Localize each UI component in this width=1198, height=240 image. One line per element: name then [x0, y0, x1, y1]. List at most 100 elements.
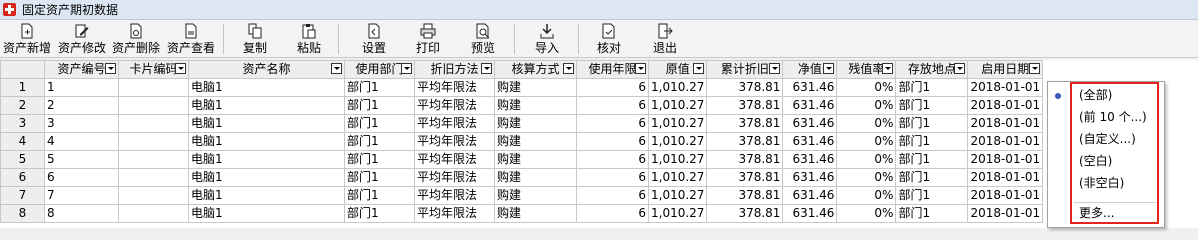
cell-asset-no[interactable]: 6 [44, 168, 119, 187]
cell-start[interactable]: 2018-01-01 [967, 204, 1044, 223]
add-asset-button[interactable]: 资产新增 [2, 22, 52, 56]
cell-orig[interactable]: 1,010.27 [647, 150, 708, 169]
cell-start[interactable]: 2018-01-01 [967, 114, 1044, 133]
cell-residual[interactable]: 0% [836, 186, 897, 205]
cell-card-no[interactable] [118, 186, 189, 205]
cell-method[interactable]: 平均年限法 [414, 132, 495, 151]
paste-button[interactable]: 粘贴 [292, 22, 326, 56]
cell-dept[interactable]: 部门1 [344, 78, 415, 97]
filter-option-custom[interactable]: (自定义...) [1079, 132, 1136, 146]
column-header-accum[interactable]: 累计折旧 [706, 60, 784, 79]
exit-button[interactable]: 退出 [648, 22, 682, 56]
row-header[interactable]: 8 [0, 204, 45, 223]
cell-card-no[interactable] [118, 168, 189, 187]
cell-accum[interactable]: 378.81 [706, 96, 784, 115]
column-header-residual[interactable]: 残值率 [836, 60, 897, 79]
cell-dept[interactable]: 部门1 [344, 204, 415, 223]
cell-location[interactable]: 部门1 [895, 204, 969, 223]
cell-method[interactable]: 平均年限法 [414, 96, 495, 115]
settings-button[interactable]: 设置 [357, 22, 391, 56]
import-button[interactable]: 导入 [530, 22, 564, 56]
cell-years[interactable]: 6 [576, 132, 649, 151]
cell-residual[interactable]: 0% [836, 168, 897, 187]
cell-calc[interactable]: 购建 [494, 78, 577, 97]
cell-location[interactable]: 部门1 [895, 168, 969, 187]
filter-dropdown-icon[interactable] [954, 63, 966, 74]
filter-dropdown-icon[interactable] [105, 63, 116, 74]
filter-dropdown-icon[interactable] [769, 63, 781, 74]
cell-net[interactable]: 631.46 [782, 186, 838, 205]
cell-asset-no[interactable]: 1 [44, 78, 119, 97]
filter-dropdown-icon[interactable] [693, 63, 705, 74]
cell-accum[interactable]: 378.81 [706, 114, 784, 133]
filter-dropdown-icon[interactable] [563, 63, 574, 74]
row-header[interactable]: 5 [0, 150, 45, 169]
column-header-card-no[interactable]: 卡片编码 [118, 60, 189, 79]
cell-years[interactable]: 6 [576, 114, 649, 133]
cell-orig[interactable]: 1,010.27 [647, 186, 708, 205]
filter-option-more[interactable]: 更多... [1079, 206, 1114, 220]
view-asset-button[interactable]: 资产查看 [166, 22, 216, 56]
cell-net[interactable]: 631.46 [782, 150, 838, 169]
cell-start[interactable]: 2018-01-01 [967, 96, 1044, 115]
cell-net[interactable]: 631.46 [782, 114, 838, 133]
cell-net[interactable]: 631.46 [782, 96, 838, 115]
cell-location[interactable]: 部门1 [895, 132, 969, 151]
cell-orig[interactable]: 1,010.27 [647, 132, 708, 151]
cell-asset-name[interactable]: 电脑1 [188, 78, 345, 97]
print-button[interactable]: 打印 [411, 22, 445, 56]
cell-method[interactable]: 平均年限法 [414, 204, 495, 223]
preview-button[interactable]: 预览 [466, 22, 500, 56]
cell-dept[interactable]: 部门1 [344, 132, 415, 151]
cell-method[interactable]: 平均年限法 [414, 150, 495, 169]
filter-dropdown-icon[interactable] [401, 63, 412, 74]
cell-card-no[interactable] [118, 204, 189, 223]
cell-method[interactable]: 平均年限法 [414, 186, 495, 205]
column-header-orig[interactable]: 原值 [647, 60, 708, 79]
filter-dropdown-icon[interactable] [175, 63, 186, 74]
cell-calc[interactable]: 购建 [494, 114, 577, 133]
cell-card-no[interactable] [118, 96, 189, 115]
cell-calc[interactable]: 购建 [494, 204, 577, 223]
cell-start[interactable]: 2018-01-01 [967, 168, 1044, 187]
cell-net[interactable]: 631.46 [782, 132, 838, 151]
row-header[interactable]: 4 [0, 132, 45, 151]
cell-orig[interactable]: 1,010.27 [647, 204, 708, 223]
table-row[interactable]: 5 5 电脑1 部门1 平均年限法 购建 6 1,010.27 378.81 6… [0, 150, 1044, 169]
cell-dept[interactable]: 部门1 [344, 96, 415, 115]
filter-dropdown-icon[interactable] [1029, 63, 1041, 74]
cell-card-no[interactable] [118, 132, 189, 151]
cell-orig[interactable]: 1,010.27 [647, 96, 708, 115]
cell-asset-name[interactable]: 电脑1 [188, 96, 345, 115]
cell-asset-name[interactable]: 电脑1 [188, 168, 345, 187]
column-header-net[interactable]: 净值 [782, 60, 838, 79]
cell-residual[interactable]: 0% [836, 204, 897, 223]
cell-years[interactable]: 6 [576, 96, 649, 115]
cell-start[interactable]: 2018-01-01 [967, 78, 1044, 97]
table-row[interactable]: 2 2 电脑1 部门1 平均年限法 购建 6 1,010.27 378.81 6… [0, 96, 1044, 115]
table-row[interactable]: 6 6 电脑1 部门1 平均年限法 购建 6 1,010.27 378.81 6… [0, 168, 1044, 187]
cell-method[interactable]: 平均年限法 [414, 168, 495, 187]
cell-start[interactable]: 2018-01-01 [967, 150, 1044, 169]
filter-dropdown-icon[interactable] [635, 63, 646, 74]
row-header[interactable]: 2 [0, 96, 45, 115]
row-header[interactable]: 6 [0, 168, 45, 187]
cell-accum[interactable]: 378.81 [706, 168, 784, 187]
filter-option-nonblank[interactable]: (非空白) [1079, 176, 1124, 190]
cell-asset-no[interactable]: 5 [44, 150, 119, 169]
cell-orig[interactable]: 1,010.27 [647, 78, 708, 97]
column-header-dept[interactable]: 使用部门 [344, 60, 415, 79]
delete-asset-button[interactable]: 资产删除 [111, 22, 161, 56]
filter-option-blank[interactable]: (空白) [1079, 154, 1112, 168]
filter-dropdown-icon[interactable] [481, 63, 492, 74]
table-row[interactable]: 4 4 电脑1 部门1 平均年限法 购建 6 1,010.27 378.81 6… [0, 132, 1044, 151]
verify-button[interactable]: 核对 [592, 22, 626, 56]
edit-asset-button[interactable]: 资产修改 [57, 22, 107, 56]
cell-start[interactable]: 2018-01-01 [967, 132, 1044, 151]
column-header-start[interactable]: 启用日期 [967, 60, 1044, 79]
cell-dept[interactable]: 部门1 [344, 168, 415, 187]
cell-accum[interactable]: 378.81 [706, 186, 784, 205]
cell-accum[interactable]: 378.81 [706, 132, 784, 151]
cell-calc[interactable]: 购建 [494, 150, 577, 169]
cell-card-no[interactable] [118, 150, 189, 169]
